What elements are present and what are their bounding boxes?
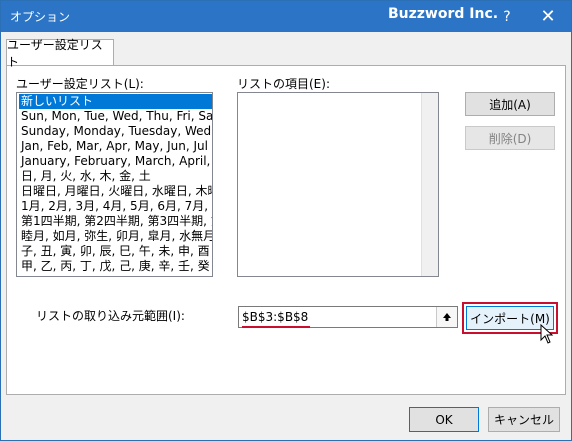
custom-list-item[interactable]: Sun, Mon, Tue, Wed, Thu, Fri, Sat <box>19 109 212 124</box>
delete-button[interactable]: 削除(D) <box>465 126 555 150</box>
cancel-button[interactable]: キャンセル <box>488 407 560 432</box>
custom-list-item[interactable]: 1月, 2月, 3月, 4月, 5月, 6月, 7月, 8月 <box>19 199 212 214</box>
title-bar: オプション Buzzword Inc. ? ✕ <box>1 1 571 32</box>
import-range-label: リストの取り込み元範囲(I): <box>36 309 185 323</box>
tab-custom-lists[interactable]: ユーザー設定リスト <box>6 38 114 69</box>
custom-list-item[interactable]: 子, 丑, 寅, 卯, 辰, 巳, 午, 未, 申, 酉 <box>19 244 212 259</box>
mouse-pointer-icon <box>540 324 554 344</box>
custom-list-item[interactable]: Jan, Feb, Mar, Apr, May, Jun, Jul <box>19 139 212 154</box>
custom-list-item[interactable]: 新しいリスト <box>19 94 212 109</box>
import-range-field[interactable]: $B$3:$B$8 <box>238 306 458 328</box>
dialog-title: オプション <box>10 10 71 24</box>
up-arrow-icon <box>443 313 451 321</box>
tab-strip: ユーザー設定リスト <box>1 32 571 69</box>
custom-list-item[interactable]: 日, 月, 火, 水, 木, 金, 土 <box>19 169 212 184</box>
list-entries-scrollbar[interactable] <box>421 93 438 276</box>
custom-list-item[interactable]: 日曜日, 月曜日, 火曜日, 水曜日, 木曜日 <box>19 184 212 199</box>
ok-button[interactable]: OK <box>409 407 479 432</box>
range-annotation-underline <box>242 326 310 328</box>
list-entries-label: リストの項目(E): <box>237 77 330 91</box>
brand-name: Buzzword Inc. <box>388 6 499 22</box>
custom-list-label: ユーザー設定リスト(L): <box>16 77 144 91</box>
custom-list-item[interactable]: 睦月, 如月, 弥生, 卯月, 皐月, 水無月 <box>19 229 212 244</box>
import-range-value: $B$3:$B$8 <box>242 310 309 324</box>
options-dialog: オプション Buzzword Inc. ? ✕ ユーザー設定リスト ユーザー設定… <box>0 0 572 441</box>
help-button[interactable]: ? <box>490 1 524 32</box>
add-button[interactable]: 追加(A) <box>465 92 555 116</box>
list-entries-box[interactable] <box>237 92 439 277</box>
close-button[interactable]: ✕ <box>531 1 565 32</box>
custom-list-box[interactable]: 新しいリスト Sun, Mon, Tue, Wed, Thu, Fri, Sat S… <box>16 92 213 277</box>
custom-list-item[interactable]: 第1四半期, 第2四半期, 第3四半期, 第4四半期 <box>19 214 212 229</box>
custom-list-item[interactable]: 甲, 乙, 丙, 丁, 戊, 己, 庚, 辛, 壬, 癸 <box>19 259 212 274</box>
collapse-dialog-button[interactable] <box>436 307 457 327</box>
custom-list-item[interactable]: January, February, March, April, May <box>19 154 212 169</box>
custom-list-item[interactable]: Sunday, Monday, Tuesday, Wednesday <box>19 124 212 139</box>
